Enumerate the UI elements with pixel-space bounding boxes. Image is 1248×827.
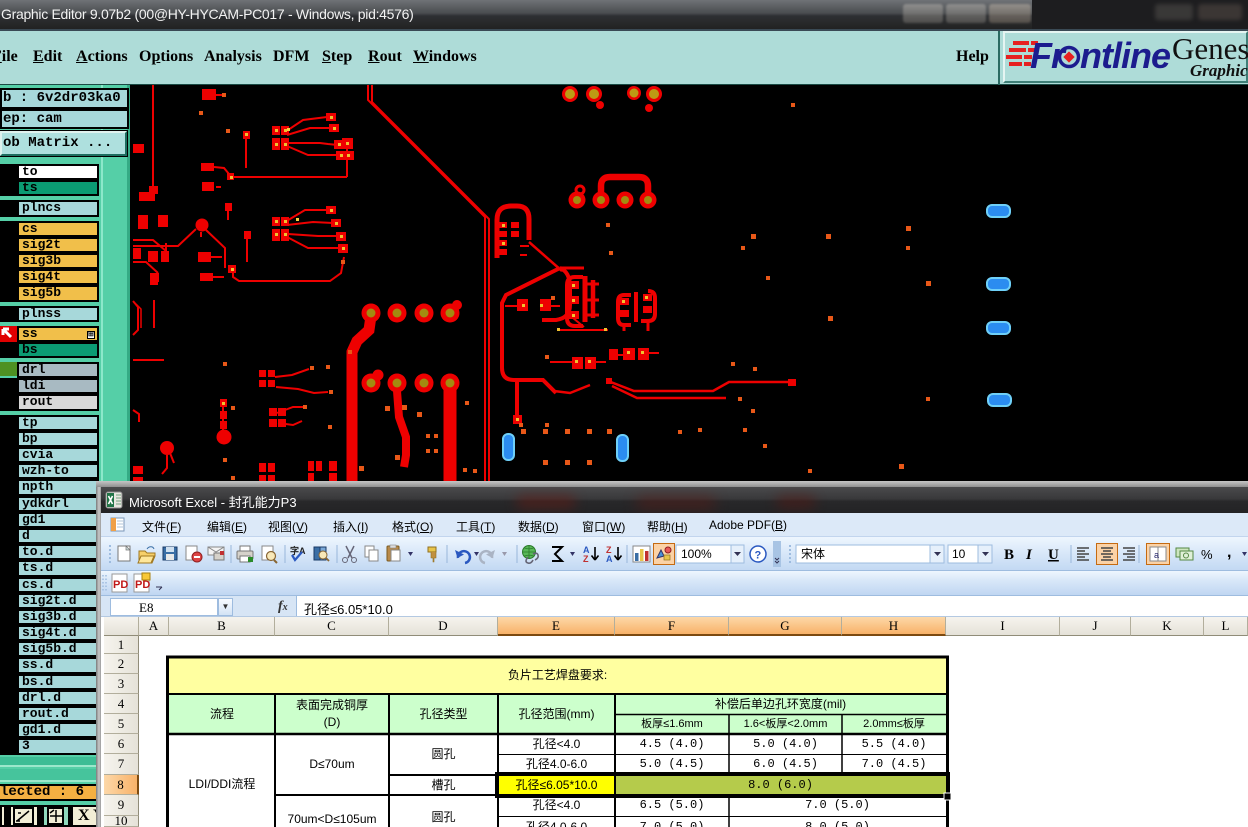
svg-text:I: I xyxy=(1025,547,1033,563)
svg-text:宋体: 宋体 xyxy=(801,546,825,561)
svg-text:a: a xyxy=(1154,550,1159,560)
svg-text:字A: 字A xyxy=(290,545,306,556)
svg-text:10: 10 xyxy=(952,547,966,561)
svg-text:Fr: Fr xyxy=(1030,35,1067,76)
svg-text:B: B xyxy=(1004,547,1014,563)
svg-text:%: % xyxy=(1201,547,1213,562)
svg-text:,: , xyxy=(1227,544,1231,561)
svg-text:ntline: ntline xyxy=(1080,35,1171,76)
svg-text:PD: PD xyxy=(113,579,128,591)
svg-text:?: ? xyxy=(755,550,762,562)
svg-text:100%: 100% xyxy=(681,547,712,561)
svg-text:U: U xyxy=(1048,547,1059,563)
svg-text:Z: Z xyxy=(583,554,589,564)
svg-text:PD: PD xyxy=(135,579,150,591)
svg-text:A: A xyxy=(606,554,613,564)
